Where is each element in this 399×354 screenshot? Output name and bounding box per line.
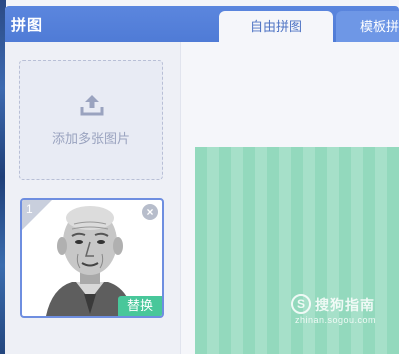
watermark-logo-icon: S <box>291 294 311 314</box>
image-thumbnail[interactable]: 1 × 替换 <box>20 198 164 318</box>
tab-template-puzzle[interactable]: 模板拼 <box>336 11 399 42</box>
watermark: S 搜狗指南 zhinan.sogou.com <box>291 292 391 332</box>
watermark-url: zhinan.sogou.com <box>295 315 377 325</box>
tab-free-puzzle[interactable]: 自由拼图 <box>219 11 333 42</box>
add-images-label: 添加多张图片 <box>51 131 130 146</box>
image-sidebar: 添加多张图片 1 × 替换 <box>5 42 181 354</box>
window-title: 拼图 <box>11 17 44 34</box>
close-icon[interactable]: × <box>142 204 158 220</box>
replace-button[interactable]: 替换 <box>118 296 162 316</box>
image-number: 1 <box>26 202 33 216</box>
watermark-name: 搜狗指南 <box>315 297 375 313</box>
titlebar: 拼图 自由拼图 模板拼 <box>5 6 399 42</box>
add-images-button[interactable]: 添加多张图片 <box>19 60 163 180</box>
upload-icon <box>80 95 104 116</box>
